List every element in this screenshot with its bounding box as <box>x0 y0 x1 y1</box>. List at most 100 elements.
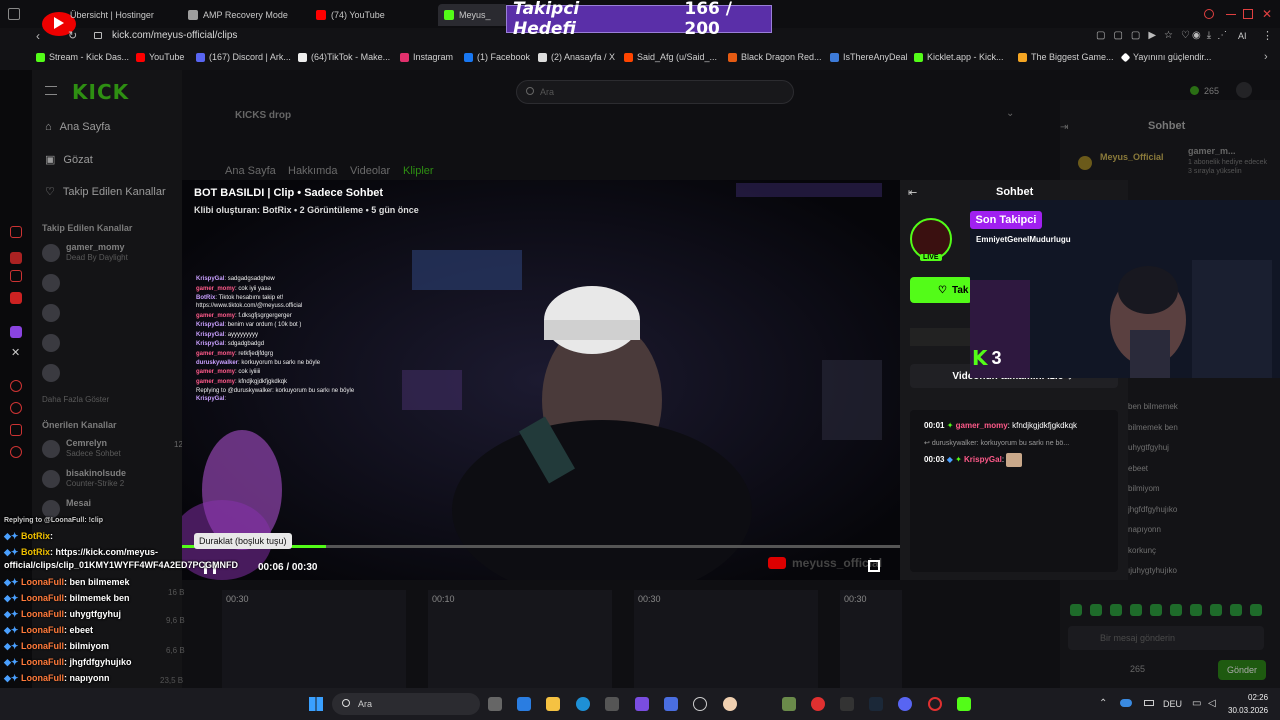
bookmark-tiktok[interactable]: (64)TikTok - Make... <box>298 52 390 62</box>
task-view-icon[interactable] <box>488 697 502 711</box>
more-icon[interactable]: ⋮ <box>1262 29 1273 42</box>
tab-clips[interactable]: Klipler <box>403 165 434 177</box>
taskbar-search[interactable] <box>332 693 480 715</box>
tab-hostinger[interactable]: Übersicht | Hostinger <box>70 4 180 26</box>
panel-collapse-icon[interactable]: ⇤ <box>908 186 917 199</box>
steam-icon[interactable] <box>869 697 883 711</box>
bookmark-biggest-game[interactable]: The Biggest Game... <box>1018 52 1114 62</box>
refresh-icon[interactable]: ↻ <box>68 29 77 42</box>
tab-videos[interactable]: Videolar <box>350 165 390 177</box>
bookmark-discord[interactable]: (167) Discord | Ark... <box>196 52 291 62</box>
maximize-icon[interactable] <box>1243 9 1253 19</box>
opera-icon[interactable] <box>928 697 942 711</box>
bookmark-label: IsThereAnyDeal <box>843 52 908 62</box>
recommended-channel[interactable]: Cemrelyn Sadece Sohbet 12 <box>42 438 183 460</box>
recommended-channel[interactable]: bisakinolsude Counter-Strike 2 <box>42 468 182 490</box>
bookmark-facebook[interactable]: (1) Facebook <box>464 52 530 62</box>
site-info-icon[interactable] <box>94 32 102 39</box>
ai-button[interactable]: AI <box>1238 31 1247 41</box>
profile-icon[interactable]: ◉⤓⋰ <box>1192 30 1233 41</box>
show-more-link[interactable]: Daha Fazla Göster <box>42 395 109 404</box>
clip-thumbnail[interactable]: 00:10 <box>428 590 612 688</box>
hamburger-icon[interactable] <box>45 86 57 95</box>
tray-chevron-icon[interactable]: ⌃ <box>1099 698 1107 709</box>
minecraft-icon[interactable] <box>782 697 796 711</box>
discord-icon[interactable] <box>898 697 912 711</box>
file-explorer-icon[interactable] <box>546 697 560 711</box>
twitch-icon[interactable] <box>10 326 22 338</box>
minimize-icon[interactable] <box>1226 14 1236 15</box>
url-text[interactable]: kick.com/meyus-official/clips <box>112 30 237 41</box>
app-icon[interactable] <box>811 697 825 711</box>
followed-channel-offline[interactable] <box>42 362 182 384</box>
nav-browse[interactable]: ▣ Gözat <box>45 153 93 167</box>
rail-icon[interactable] <box>10 380 22 392</box>
rail-icon[interactable] <box>10 226 22 238</box>
followed-channel-offline[interactable] <box>42 272 182 294</box>
bookmark-youtube[interactable]: YouTube <box>136 52 184 62</box>
rail-icon[interactable] <box>10 252 22 264</box>
bookmark-kicklet[interactable]: Kicklet.app - Kick... <box>914 52 1004 62</box>
bookmarks-overflow-icon[interactable]: › <box>1264 51 1268 63</box>
follow-button[interactable]: ♡ Tak <box>910 277 972 303</box>
search-tab-icon[interactable] <box>1204 9 1214 19</box>
bookmark-boost[interactable]: Yayınını güçlendir... <box>1120 52 1211 62</box>
browser-menu-icon[interactable] <box>8 8 20 20</box>
tab-amp[interactable]: AMP Recovery Mode <box>188 4 308 26</box>
clip-thumbnail[interactable]: 00:30 <box>222 590 406 688</box>
tab-about[interactable]: Hakkımda <box>288 165 338 177</box>
tab-kick-active[interactable]: Meyus_ <box>438 4 508 26</box>
edge-icon[interactable] <box>576 697 590 711</box>
bookmark-stream-kick[interactable]: Stream - Kick Das... <box>36 52 129 62</box>
clock-time[interactable]: 02:26 <box>1248 693 1268 702</box>
clip-video-player[interactable]: BOT BASILDI | Clip • Sadece Sohbet Klibi… <box>182 180 902 580</box>
nav-following[interactable]: ♡ Takip Edilen Kanallar <box>45 185 166 199</box>
close-icon[interactable]: ✕ <box>1262 7 1272 21</box>
clock-date[interactable]: 30.03.2026 <box>1228 706 1268 715</box>
collapse-chat-icon[interactable]: ⇥ <box>1060 122 1068 133</box>
kick-app-icon[interactable] <box>957 697 971 711</box>
windows-start-icon[interactable] <box>309 697 323 711</box>
fullscreen-icon[interactable] <box>868 560 880 572</box>
kicks-drop-title[interactable]: KICKS drop <box>235 110 291 121</box>
x-social-icon[interactable]: ✕ <box>11 346 20 359</box>
chevron-down-icon[interactable]: ⌄ <box>1006 108 1014 119</box>
volume-icon[interactable]: ◁ <box>1208 698 1216 709</box>
followed-channel-offline[interactable] <box>42 332 182 354</box>
bookmark-x[interactable]: (2) Anasayfa / X <box>538 52 615 62</box>
bookmark-isthereanydeal[interactable]: IsThereAnyDeal <box>830 52 908 62</box>
battery-icon[interactable] <box>1144 700 1154 706</box>
app-icon[interactable] <box>635 697 649 711</box>
rail-icon[interactable] <box>10 292 22 304</box>
settings-icon[interactable] <box>10 446 22 458</box>
send-button[interactable]: Gönder <box>1218 660 1266 680</box>
rail-icon[interactable] <box>10 424 22 436</box>
rail-icon[interactable] <box>10 270 22 282</box>
clip-thumbnail[interactable]: 00:30 <box>840 590 902 688</box>
bookmark-reddit[interactable]: Said_Afg (u/Said_... <box>624 52 717 62</box>
epic-icon[interactable] <box>840 697 854 711</box>
followed-channel-offline[interactable] <box>42 302 182 324</box>
app-icon[interactable] <box>664 697 678 711</box>
app-icon[interactable] <box>723 697 737 711</box>
cloud-icon[interactable] <box>1120 699 1132 707</box>
user-avatar[interactable] <box>1236 82 1252 98</box>
coins-value[interactable]: 265 <box>1204 86 1219 96</box>
search-input[interactable] <box>516 80 794 104</box>
language-indicator[interactable]: DEU <box>1163 699 1182 709</box>
nav-home[interactable]: ⌂ Ana Sayfa <box>45 121 110 133</box>
tab-youtube[interactable]: (74) YouTube <box>316 4 426 26</box>
bookmark-instagram[interactable]: Instagram <box>400 52 453 62</box>
app-icon[interactable] <box>693 697 707 711</box>
clock-icon[interactable] <box>10 402 22 414</box>
followed-channel[interactable]: gamer_momy Dead By Daylight <box>42 242 182 264</box>
back-icon[interactable]: ‹ <box>36 29 40 43</box>
extensions-icon[interactable]: ▢▢▢▶☆♡ <box>1096 30 1198 41</box>
kick-logo[interactable]: KICK <box>72 80 129 104</box>
widgets-icon[interactable] <box>517 697 531 711</box>
bookmark-black-dragon[interactable]: Black Dragon Red... <box>728 52 822 62</box>
store-icon[interactable] <box>605 697 619 711</box>
clip-thumbnail[interactable]: 00:30 <box>634 590 818 688</box>
tab-home[interactable]: Ana Sayfa <box>225 165 276 177</box>
network-icon[interactable]: ▭ <box>1192 698 1201 709</box>
